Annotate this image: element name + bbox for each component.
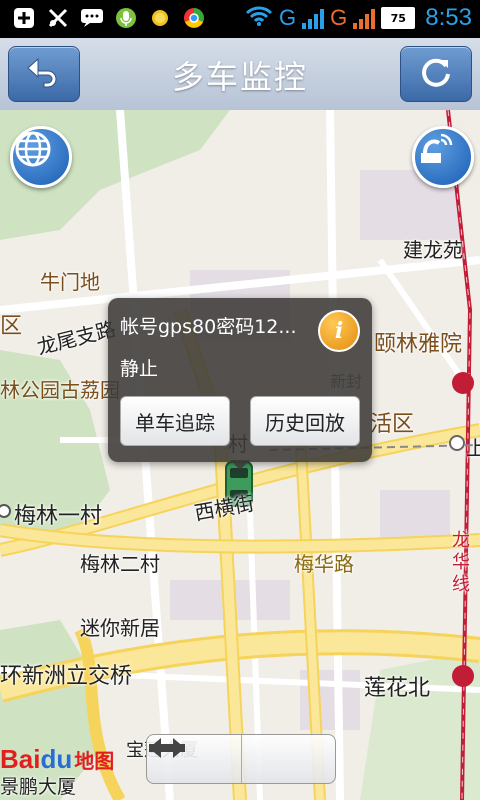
refresh-button[interactable]	[400, 46, 472, 102]
map-view[interactable]: 建龙苑 牛门地 区 龙尾支路 颐林雅院 林公园古荔园 活区 上 村 梅林一村 西…	[0, 110, 480, 800]
map-label-mini: 迷你新居	[80, 616, 160, 640]
map-label-lianhua: 莲花北	[364, 676, 431, 701]
vehicle-switcher	[146, 734, 336, 784]
signal-1-icon	[302, 7, 325, 29]
map-label-meihua: 梅华路	[294, 552, 354, 576]
baidu-map-logo: Baidu 地图	[0, 744, 114, 775]
clock: 8:53	[425, 4, 472, 31]
network-type-2: G	[330, 5, 348, 30]
map-label-yilin: 颐林雅院	[374, 332, 463, 357]
popup-pointer	[230, 460, 250, 470]
sun-icon	[148, 6, 172, 30]
add-notification-icon	[12, 6, 36, 30]
map-label-shang: 上	[466, 436, 480, 460]
next-vehicle-button[interactable]	[149, 735, 336, 783]
map-layer-button[interactable]	[10, 126, 72, 188]
signal-2-icon	[353, 7, 376, 29]
popup-vehicle-status: 静止	[120, 358, 159, 380]
map-label-huoqu: 活区	[370, 412, 415, 437]
network-type-1: G	[279, 5, 297, 30]
logo-du: du	[40, 744, 73, 774]
map-label-xinzhou: 环新洲立交桥	[0, 664, 133, 689]
map-label-jingpeng: 景鹏大厦	[0, 776, 77, 798]
map-label-jianlong: 建龙苑	[403, 238, 463, 262]
status-bar: G G 75 8:53	[0, 0, 480, 38]
locate-button[interactable]	[412, 126, 474, 188]
popup-account-title: 帐号gps80密码12...	[120, 316, 297, 338]
info-icon[interactable]: i	[318, 310, 360, 352]
map-label-park: 林公园古荔园	[0, 378, 120, 402]
title-bar: 多车监控	[0, 38, 480, 111]
vehicle-info-popup: 帐号gps80密码12... i 静止 单车追踪 历史回放	[108, 298, 372, 470]
logo-cn: 地图	[74, 749, 115, 773]
map-label-qu-left: 区	[0, 314, 23, 339]
map-label-niumen: 牛门地	[40, 270, 100, 294]
single-track-button[interactable]: 单车追踪	[120, 396, 230, 446]
history-playback-button[interactable]: 历史回放	[250, 396, 360, 446]
refresh-icon	[418, 54, 454, 94]
map-label-meilin1: 梅林一村	[14, 504, 103, 529]
map-label-longhua: 龙华线	[452, 530, 470, 595]
message-icon	[80, 6, 104, 30]
browser-icon	[182, 6, 206, 30]
wifi-icon	[245, 5, 273, 31]
microphone-icon	[114, 6, 138, 30]
battery-level: 75	[381, 7, 416, 29]
map-label-meilin2: 梅林二村	[80, 552, 160, 576]
logo-bai: Bai	[0, 744, 41, 774]
usb-tool-icon	[46, 6, 70, 30]
